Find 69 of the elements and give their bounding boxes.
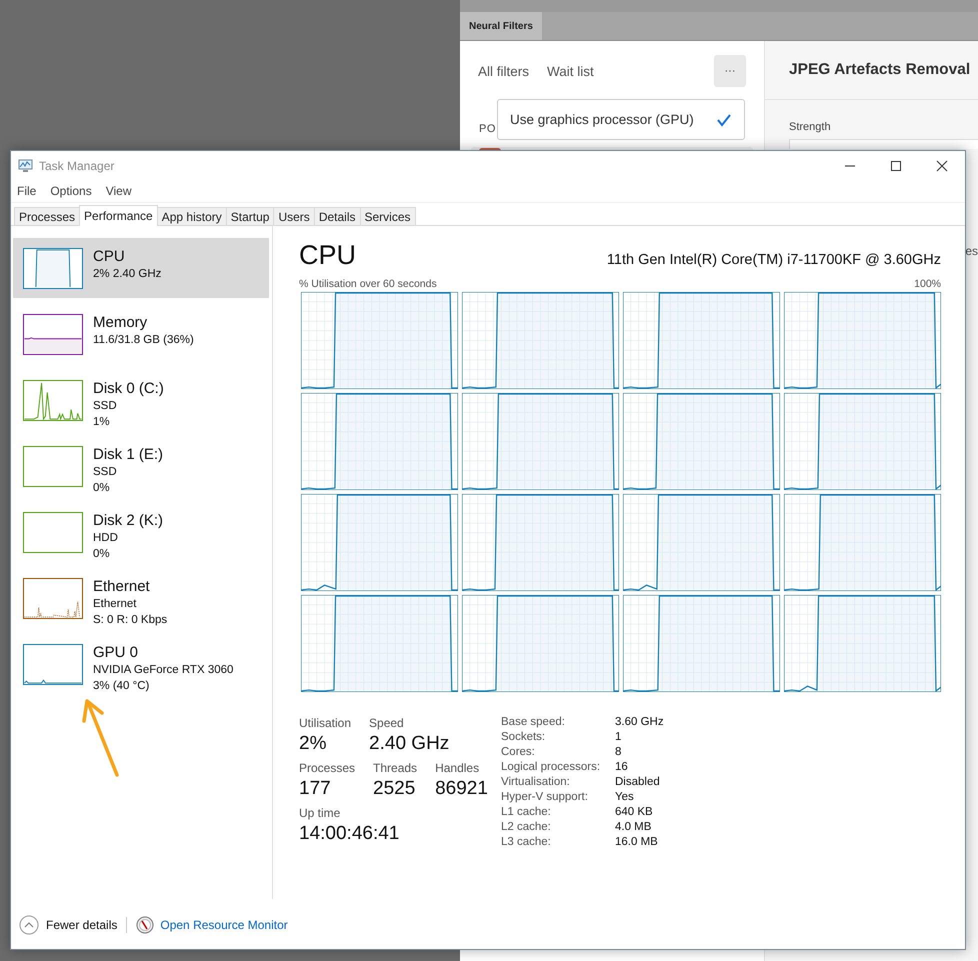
stat-value: 14:00:46:41: [299, 823, 400, 845]
spec-value: 8: [615, 746, 622, 758]
strength-label: Strength: [788, 120, 832, 133]
tab[interactable]: Details: [314, 207, 360, 225]
spec-value: Yes: [615, 791, 635, 803]
maximize-icon: [890, 160, 902, 172]
section-title: CPU: [299, 240, 356, 271]
graph-max-label: 100%: [914, 278, 941, 290]
stat-label: Up time: [299, 806, 342, 820]
chevron-up-icon: [19, 915, 39, 935]
tab[interactable]: Users: [273, 207, 315, 225]
tab[interactable]: Startup: [226, 207, 274, 225]
stat-value: 2%: [299, 733, 328, 755]
stat-label: Utilisation: [299, 716, 352, 730]
stat-label: Speed: [369, 716, 405, 730]
spec-label: Cores:: [501, 746, 536, 758]
close-icon: [936, 160, 948, 172]
spec-label: Logical processors:: [501, 761, 602, 773]
spec-label: L3 cache:: [501, 836, 552, 848]
spec-value: 1: [615, 731, 622, 743]
sidebar-item[interactable]: CPU 2% 2.40 GHz: [13, 238, 269, 298]
stat-value: 177: [299, 778, 332, 800]
stat-value: 2.40 GHz: [369, 733, 450, 755]
stat-value: 2525: [373, 778, 416, 800]
processor-name: 11th Gen Intel(R) Core(TM) i7-11700KF @ 3.60GHz: [606, 252, 941, 270]
monitor-graph-icon: [17, 158, 33, 172]
menu-item[interactable]: View: [106, 184, 132, 198]
spec-value: 16: [615, 761, 629, 773]
stat-value: 86921: [435, 778, 488, 800]
tab[interactable]: Performance: [79, 205, 158, 226]
strength-field[interactable]: [789, 139, 978, 149]
resource-monitor-link[interactable]: Open Resource Monitor: [160, 918, 288, 932]
tab[interactable]: App history: [156, 207, 227, 225]
sidebar-item[interactable]: Memory 11.6/31.8 GB (36%): [13, 304, 269, 364]
sidebar-item[interactable]: Disk 1 (E:) SSD 0%: [13, 436, 269, 496]
filter-title: JPEG Artefacts Removal: [789, 61, 970, 79]
spec-value: 16.0 MB: [615, 836, 659, 848]
tab[interactable]: Processes: [14, 207, 80, 225]
spec-value: 4.0 MB: [615, 821, 652, 833]
panel-tab[interactable]: Neural Filters: [460, 12, 542, 40]
menu-option[interactable]: Use graphics processor (GPU): [497, 99, 745, 140]
stat-label: Processes: [299, 761, 356, 775]
section-label: PO: [479, 123, 496, 135]
sidebar-item[interactable]: Disk 0 (C:) SSD 1%: [13, 370, 269, 430]
spec-label: Hyper-V support:: [501, 791, 589, 803]
spec-label: L2 cache:: [501, 821, 552, 833]
option-label: es: [965, 244, 978, 258]
menu-item[interactable]: File: [17, 184, 36, 198]
spec-value: Disabled: [615, 776, 661, 788]
filter-tab[interactable]: Wait list: [547, 64, 594, 78]
spec-label: Base speed:: [501, 716, 566, 728]
window-title: Task Manager: [39, 158, 116, 172]
sidebar-item[interactable]: Ethernet Ethernet S: 0 R: 0 Kbps: [13, 568, 269, 628]
fewer-details-button[interactable]: Fewer details: [19, 915, 118, 935]
stat-label: Handles: [435, 761, 480, 775]
filter-tab[interactable]: All filters: [478, 64, 530, 78]
stat-label: Threads: [373, 761, 418, 775]
menu-item[interactable]: Options: [50, 184, 92, 198]
spec-value: 3.60 GHz: [615, 716, 664, 728]
sidebar-item[interactable]: Disk 2 (K:) HDD 0%: [13, 502, 269, 562]
graph-caption: % Utilisation over 60 seconds: [299, 278, 437, 290]
spec-label: L1 cache:: [501, 806, 552, 818]
more-button[interactable]: ···: [714, 55, 746, 87]
spec-label: Virtualisation:: [501, 776, 571, 788]
spec-value: 640 KB: [615, 806, 654, 818]
tab[interactable]: Services: [360, 207, 416, 225]
sidebar-item[interactable]: GPU 0 NVIDIA GeForce RTX 3060 3% (40 °C): [13, 634, 269, 694]
spec-label: Sockets:: [501, 731, 546, 743]
gauge-icon: [136, 916, 154, 934]
